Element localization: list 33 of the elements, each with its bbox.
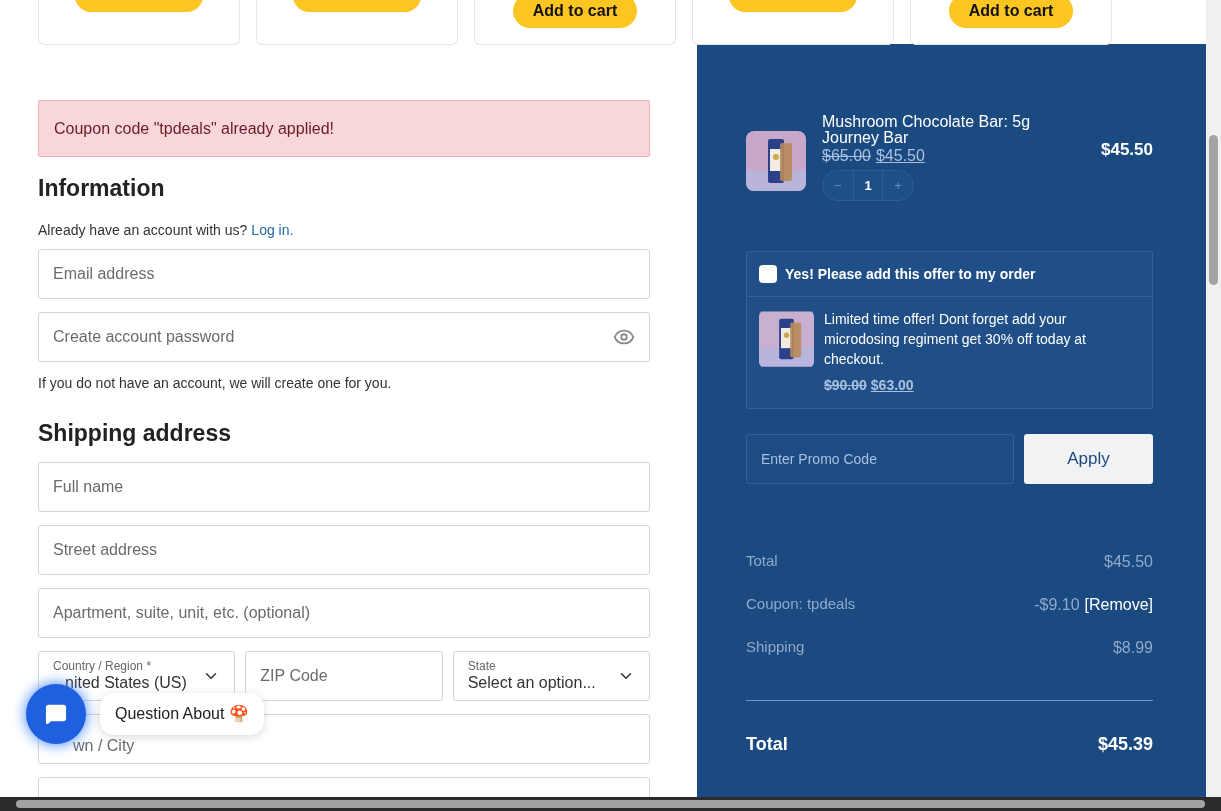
field-placeholder: Full name (53, 477, 124, 497)
summary-label: Total (746, 551, 778, 571)
section-heading: Shipping address (38, 418, 232, 448)
offer-checkbox-label: Yes! Please add this offer to my order (785, 264, 1036, 284)
sale-price: $63.00 (870, 376, 914, 395)
field-placeholder: Apartment, suite, unit, etc. (optional) (53, 603, 310, 623)
summary-value: $8.99 (1112, 638, 1153, 658)
old-price: $65.00 (822, 146, 871, 166)
field-value: nited States (US) (64, 673, 188, 693)
total-value: $45.39 (1097, 733, 1153, 756)
field-label: Country / Region * (53, 659, 153, 673)
field-placeholder: ZIP Code (260, 666, 328, 686)
field-value: Select an option... (467, 673, 597, 693)
sale-price: $45.50 (875, 146, 925, 166)
account-note: If you do not have an account, we will create one for you. (38, 373, 393, 393)
total-label: Total (746, 733, 788, 756)
product-title: Mushroom Chocolate Bar: 5g Journey Bar (822, 114, 1032, 146)
line-total: $45.50 (1101, 139, 1153, 161)
field-placeholder: wn / City (72, 736, 135, 756)
offer-text: Limited time offer! Dont forget add your microdosing regiment get 30% off today at checkout. (824, 310, 1087, 369)
summary-value: $45.50 (1104, 552, 1153, 572)
summary-label: Coupon: tpdeals (746, 594, 856, 614)
summary-label: Shipping (746, 637, 805, 657)
field-label: State (467, 659, 497, 673)
old-price: $90.00 (824, 376, 867, 395)
field-placeholder: Email address (53, 263, 155, 284)
section-heading: Information (38, 174, 166, 203)
login-prompt: Already have an account with us? (38, 220, 248, 240)
field-placeholder: Create account password (53, 326, 236, 347)
field-placeholder: Street address (53, 540, 158, 560)
summary-value: -$9.10 (1034, 595, 1080, 615)
quantity-value: 1 (852, 171, 884, 200)
coupon-notice: Coupon code "tpdeals" already applied! (38, 100, 650, 157)
